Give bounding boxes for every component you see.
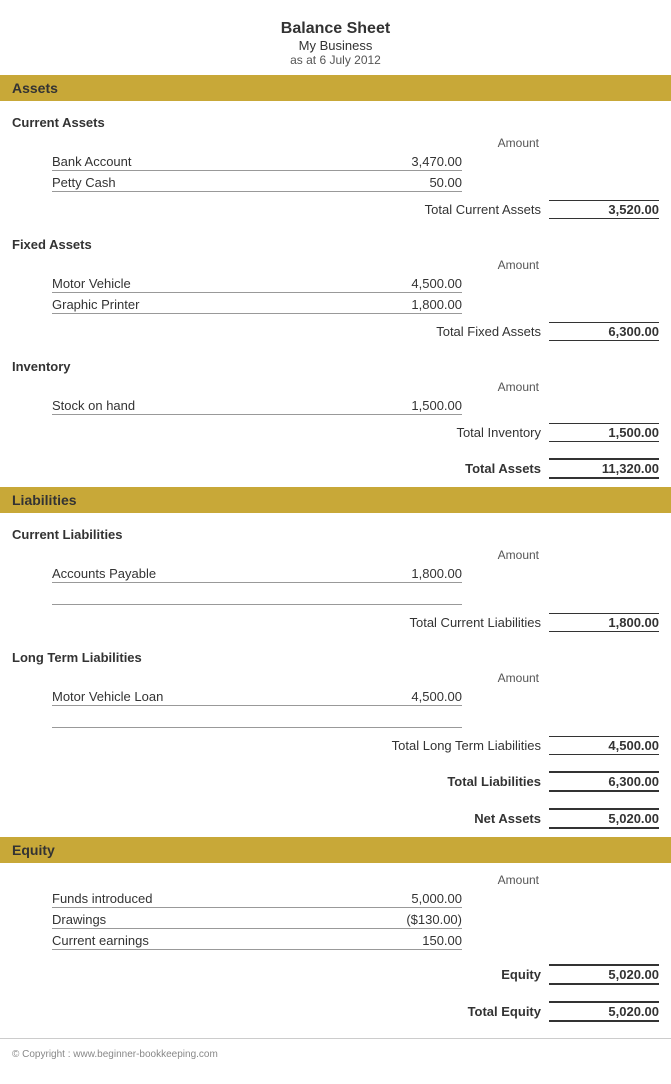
total-long-term-liabilities-amount: 4,500.00 [549,736,659,755]
report-title: Balance Sheet [0,20,671,38]
long-term-liabilities-blank-row [52,708,659,730]
report-subtitle: My Business [0,38,671,53]
stock-on-hand-row: Stock on hand 1,500.00 [52,396,659,417]
motor-vehicle-loan-amount: 4,500.00 [352,689,462,706]
assets-section-header: Assets [0,75,671,101]
current-assets-amount-header: Amount [12,132,659,152]
graphic-printer-label: Graphic Printer [52,297,352,314]
current-assets-items: Bank Account 3,470.00 Petty Cash 50.00 [12,152,659,194]
total-liabilities-row: Total Liabilities 6,300.00 [12,765,659,796]
assets-section-body: Current Assets Amount Bank Account 3,470… [0,101,671,487]
drawings-amount: ($130.00) [352,912,462,929]
total-current-assets-label: Total Current Assets [381,202,541,217]
bank-account-label: Bank Account [52,154,352,171]
long-term-liabilities-items: Motor Vehicle Loan 4,500.00 [12,687,659,730]
net-assets-label: Net Assets [381,811,541,826]
liabilities-section-body: Current Liabilities Amount Accounts Paya… [0,513,671,837]
equity-subtotal-row: Equity 5,020.00 [12,958,659,989]
net-assets-row: Net Assets 5,020.00 [12,802,659,833]
stock-on-hand-amount: 1,500.00 [352,398,462,415]
inventory-items: Stock on hand 1,500.00 [12,396,659,417]
total-fixed-assets-label: Total Fixed Assets [381,324,541,339]
motor-vehicle-row: Motor Vehicle 4,500.00 [52,274,659,295]
funds-introduced-label: Funds introduced [52,891,352,908]
total-current-liabilities-amount: 1,800.00 [549,613,659,632]
total-equity-amount: 5,020.00 [549,1001,659,1022]
fixed-assets-amount-header: Amount [12,254,659,274]
current-liabilities-title: Current Liabilities [12,519,659,544]
total-assets-label: Total Assets [381,461,541,476]
equity-section-header: Equity [0,837,671,863]
total-liabilities-label: Total Liabilities [381,774,541,789]
graphic-printer-amount: 1,800.00 [352,297,462,314]
funds-introduced-amount: 5,000.00 [352,891,462,908]
inventory-title: Inventory [12,351,659,376]
liabilities-section-header: Liabilities [0,487,671,513]
equity-items: Funds introduced 5,000.00 Drawings ($130… [12,889,659,952]
motor-vehicle-amount: 4,500.00 [352,276,462,293]
total-assets-amount: 11,320.00 [549,458,659,479]
drawings-label: Drawings [52,912,352,929]
total-liabilities-amount: 6,300.00 [549,771,659,792]
total-fixed-assets-amount: 6,300.00 [549,322,659,341]
total-current-liabilities-label: Total Current Liabilities [381,615,541,630]
net-assets-amount: 5,020.00 [549,808,659,829]
current-earnings-label: Current earnings [52,933,352,950]
long-term-liabilities-amount-header: Amount [12,667,659,687]
accounts-payable-row: Accounts Payable 1,800.00 [52,564,659,585]
total-current-assets-amount: 3,520.00 [549,200,659,219]
fixed-assets-items: Motor Vehicle 4,500.00 Graphic Printer 1… [12,274,659,316]
report-header: Balance Sheet My Business as at 6 July 2… [0,10,671,75]
bank-account-row: Bank Account 3,470.00 [52,152,659,173]
current-liabilities-blank-row [52,585,659,607]
total-long-term-liabilities-label: Total Long Term Liabilities [381,738,541,753]
total-equity-label: Total Equity [381,1004,541,1019]
total-assets-row: Total Assets 11,320.00 [12,452,659,483]
copyright: © Copyright : www.beginner-bookkeeping.c… [0,1038,671,1064]
total-current-liabilities-row: Total Current Liabilities 1,800.00 [12,607,659,636]
stock-on-hand-label: Stock on hand [52,398,352,415]
fixed-assets-title: Fixed Assets [12,229,659,254]
petty-cash-row: Petty Cash 50.00 [52,173,659,194]
accounts-payable-label: Accounts Payable [52,566,352,583]
petty-cash-amount: 50.00 [352,175,462,192]
funds-introduced-row: Funds introduced 5,000.00 [52,889,659,910]
total-inventory-amount: 1,500.00 [549,423,659,442]
accounts-payable-amount: 1,800.00 [352,566,462,583]
equity-subtotal-label: Equity [381,967,541,982]
page: Balance Sheet My Business as at 6 July 2… [0,0,671,1084]
current-liabilities-items: Accounts Payable 1,800.00 [12,564,659,607]
equity-amount-header: Amount [12,869,659,889]
total-current-assets-row: Total Current Assets 3,520.00 [12,194,659,223]
report-date: as at 6 July 2012 [0,53,671,67]
current-assets-title: Current Assets [12,107,659,132]
total-long-term-liabilities-row: Total Long Term Liabilities 4,500.00 [12,730,659,759]
petty-cash-label: Petty Cash [52,175,352,192]
current-earnings-amount: 150.00 [352,933,462,950]
inventory-amount-header: Amount [12,376,659,396]
current-liabilities-amount-header: Amount [12,544,659,564]
total-inventory-label: Total Inventory [381,425,541,440]
total-inventory-row: Total Inventory 1,500.00 [12,417,659,446]
total-fixed-assets-row: Total Fixed Assets 6,300.00 [12,316,659,345]
drawings-row: Drawings ($130.00) [52,910,659,931]
current-earnings-row: Current earnings 150.00 [52,931,659,952]
bank-account-amount: 3,470.00 [352,154,462,171]
equity-section-body: Amount Funds introduced 5,000.00 Drawing… [0,863,671,1030]
equity-subtotal-amount: 5,020.00 [549,964,659,985]
motor-vehicle-loan-row: Motor Vehicle Loan 4,500.00 [52,687,659,708]
motor-vehicle-loan-label: Motor Vehicle Loan [52,689,352,706]
motor-vehicle-label: Motor Vehicle [52,276,352,293]
total-equity-row: Total Equity 5,020.00 [12,995,659,1026]
long-term-liabilities-title: Long Term Liabilities [12,642,659,667]
graphic-printer-row: Graphic Printer 1,800.00 [52,295,659,316]
